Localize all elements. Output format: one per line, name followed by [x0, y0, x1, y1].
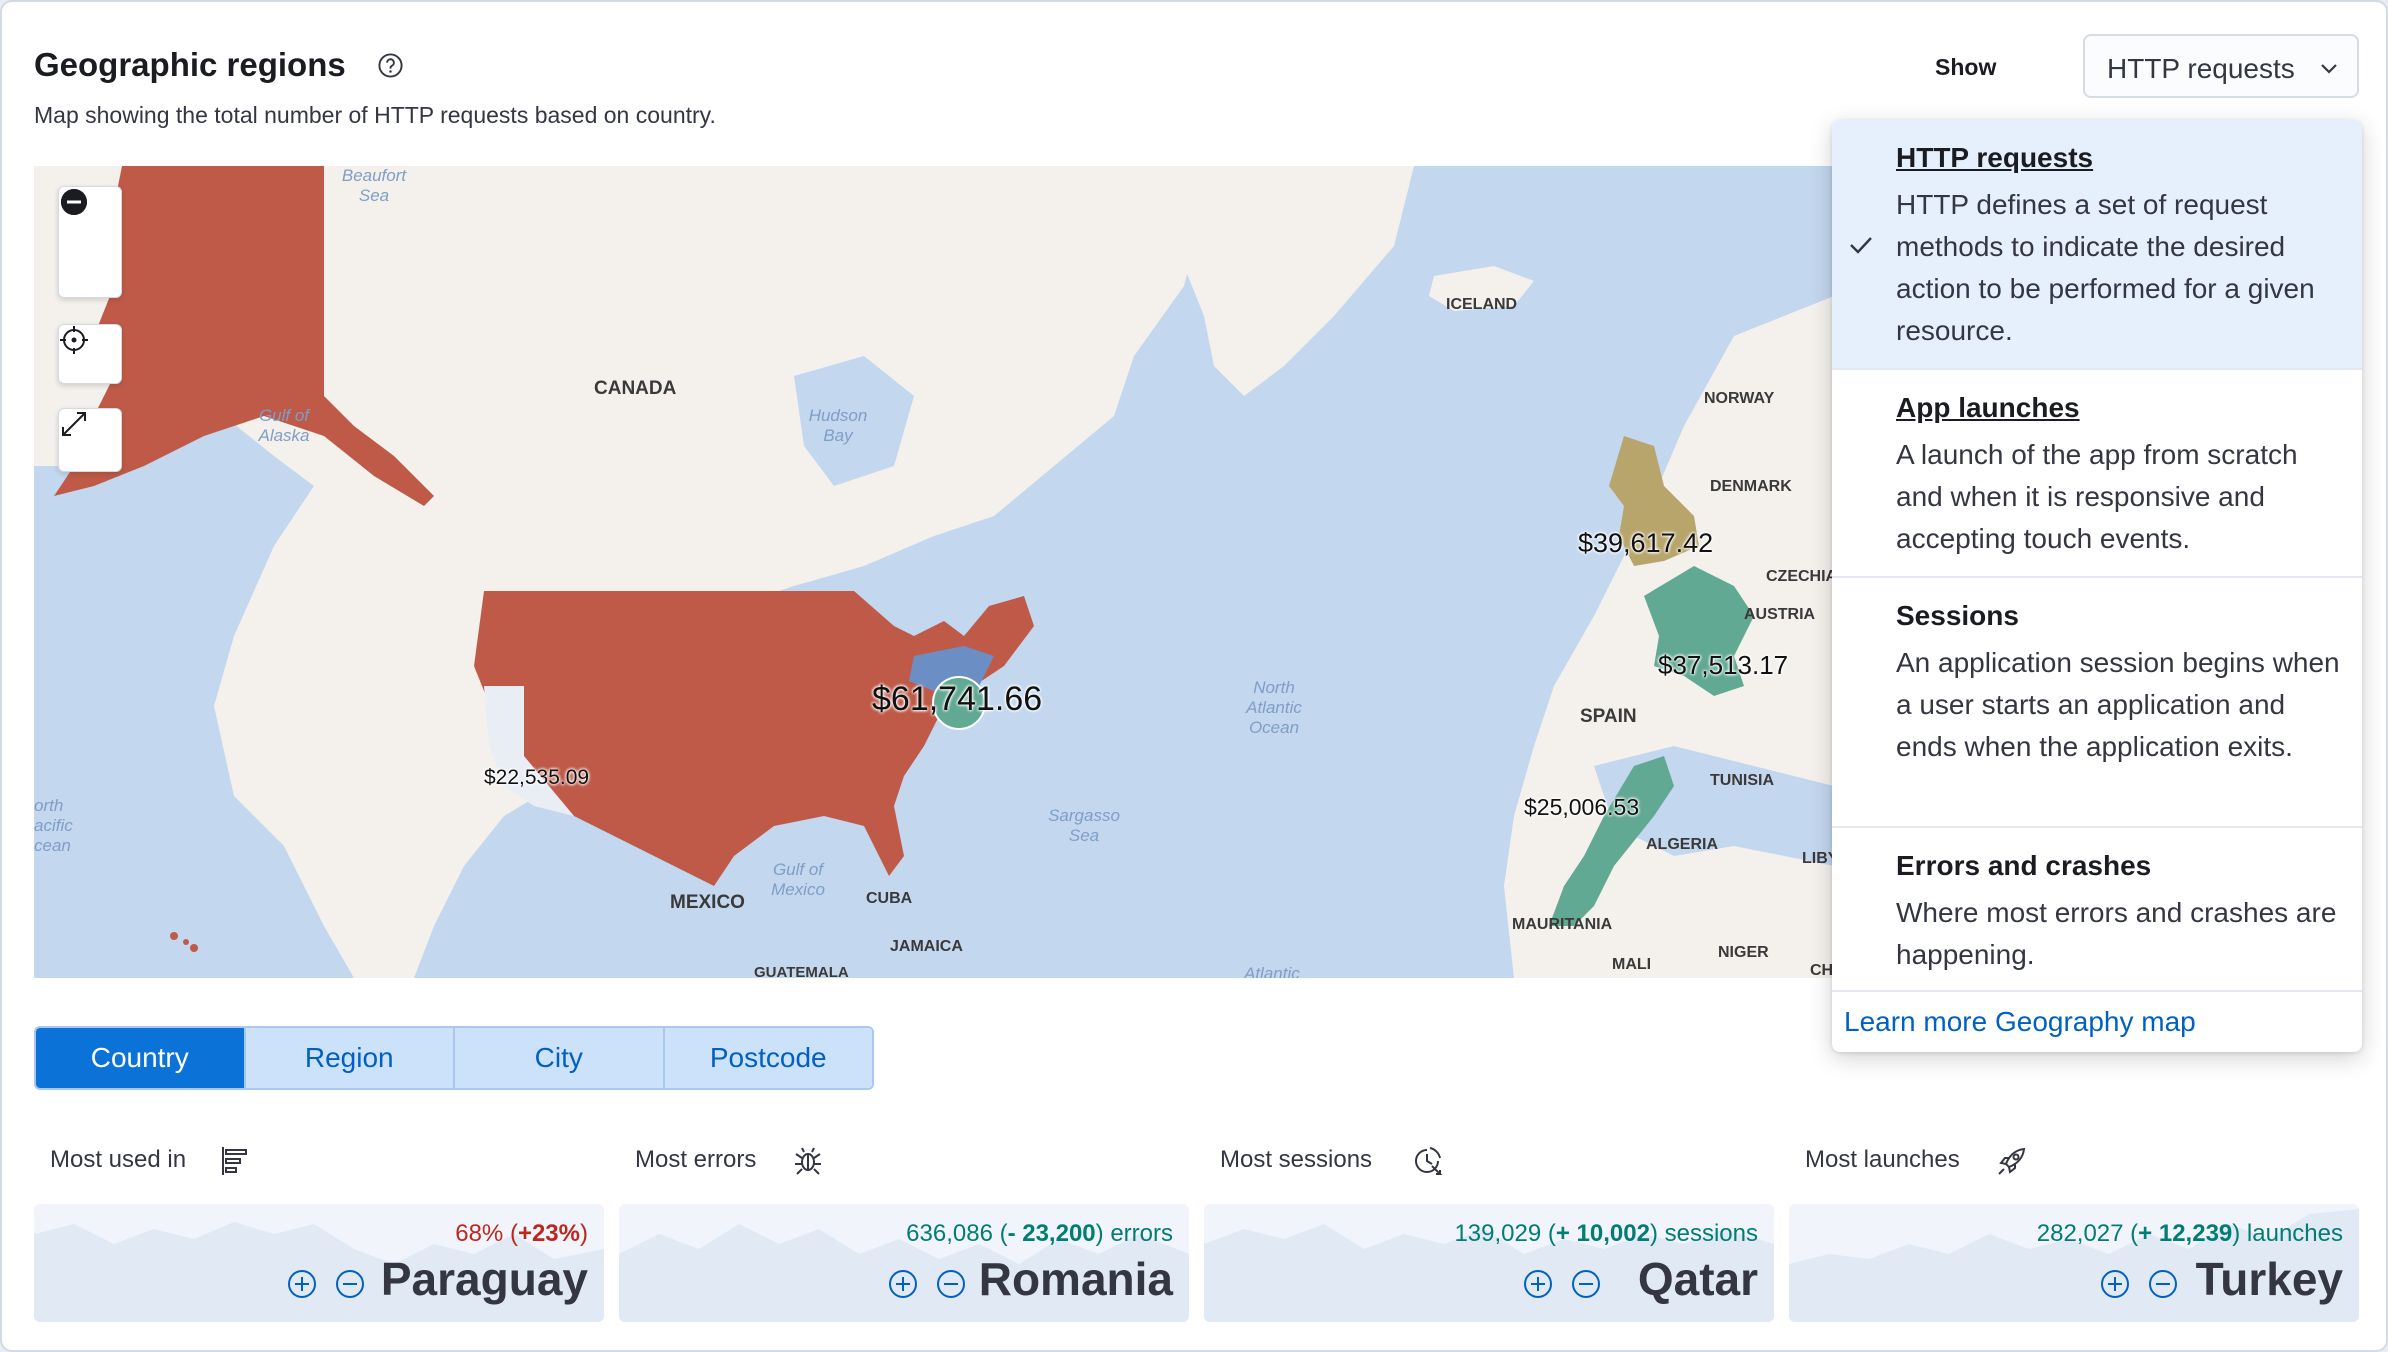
zoom-out-button[interactable]	[59, 189, 123, 299]
fullscreen-button[interactable]	[59, 409, 123, 471]
option-app-launches[interactable]: App launches A launch of the app from sc…	[1832, 370, 2362, 578]
map-label-iceland: ICELAND	[1446, 296, 1518, 313]
plus-circle-icon[interactable]	[2099, 1268, 2131, 1300]
tab-region[interactable]: Region	[245, 1028, 455, 1088]
plus-circle-icon[interactable]	[286, 1268, 318, 1300]
panel-subtitle: Map showing the total number of HTTP req…	[34, 102, 716, 128]
metric-dropdown-menu: HTTP requests HTTP defines a set of requ…	[1832, 120, 2362, 1052]
panel-title: Geographic regions	[34, 46, 346, 83]
map-label-hudson: Hudson Bay	[808, 406, 868, 445]
stat-change: 139,029 (+ 10,002) sessions	[1454, 1220, 1758, 1247]
geo-granularity-tabs: Country Region City Postcode	[34, 1026, 874, 1090]
map-label-gulf-alaska: Gulf of Alaska	[258, 406, 310, 445]
expand-icon	[62, 412, 86, 436]
map-label-mauritania: MAURITANIA	[1512, 916, 1613, 933]
option-description: Where most errors and crashes are happen…	[1896, 897, 2337, 970]
stat-label: Most used in	[50, 1146, 187, 1173]
option-description: A launch of the app from scratch and whe…	[1896, 439, 2298, 554]
stat-change: 68% (+23%)	[455, 1220, 588, 1247]
stat-most-errors: Most errors 636,086 (- 23,200) errors Ro…	[619, 1122, 1189, 1326]
bar-list-icon	[222, 1147, 247, 1175]
stat-country-name: Qatar	[1637, 1253, 1758, 1305]
minus-circle-icon[interactable]	[334, 1268, 366, 1300]
map-label-atlantic-bottom: Atlantic	[1244, 964, 1300, 978]
map-label-niger: NIGER	[1718, 944, 1769, 961]
map-label-canada: CANADA	[594, 378, 677, 399]
show-label: Show	[1935, 54, 1997, 80]
option-title: App launches	[1896, 392, 2080, 423]
map-label-spain: SPAIN	[1580, 706, 1637, 727]
stat-most-sessions: Most sessions 139,029 (+ 10,002) session…	[1204, 1122, 1774, 1326]
map-label-tunisia: TUNISIA	[1710, 772, 1774, 789]
map-value-france: $37,513.17	[1658, 650, 1789, 680]
map-label-czechia: CZECHIA	[1766, 568, 1834, 585]
map-label-algeria: ALGERIA	[1646, 836, 1718, 853]
option-title: Errors and crashes	[1896, 850, 2152, 881]
rocket-icon	[1998, 1147, 2026, 1175]
metric-select-value: HTTP requests	[2107, 53, 2295, 84]
map-label-guatemala: GUATEMALA	[754, 964, 849, 978]
plus-circle-icon[interactable]	[887, 1268, 919, 1300]
map-canvas	[34, 166, 1834, 978]
map-label-denmark: DENMARK	[1710, 478, 1792, 495]
stat-country-name: Romania	[978, 1253, 1173, 1305]
map-label-sargasso: Sargasso Sea	[1048, 806, 1120, 845]
option-title: HTTP requests	[1896, 142, 2094, 173]
option-description: An application session begins when a use…	[1896, 647, 2340, 762]
minus-circle-icon[interactable]	[2147, 1268, 2179, 1300]
bug-icon	[795, 1147, 821, 1175]
map-label-austria: AUSTRIA	[1744, 606, 1816, 623]
crosshair-icon	[60, 326, 88, 354]
minus-circle-icon[interactable]	[935, 1268, 967, 1300]
metric-select[interactable]: HTTP requests	[2083, 34, 2359, 98]
stat-label: Most errors	[635, 1146, 757, 1173]
map-label-chad: CH	[1810, 962, 1834, 978]
zoom-controls	[58, 186, 122, 298]
locate-button[interactable]	[59, 325, 123, 381]
tab-city[interactable]: City	[455, 1028, 665, 1088]
clock-session-icon	[1415, 1147, 1443, 1175]
map-value-morocco: $25,006.53	[1524, 794, 1640, 820]
option-description: HTTP defines a set of request methods to…	[1896, 189, 2315, 346]
stat-change: 282,027 (+ 12,239) launches	[2036, 1220, 2343, 1247]
option-http-requests[interactable]: HTTP requests HTTP defines a set of requ…	[1832, 120, 2362, 370]
help-icon[interactable]	[377, 52, 404, 79]
locate-control	[58, 324, 122, 384]
option-title: Sessions	[1896, 600, 2019, 631]
minus-circle-icon[interactable]	[1570, 1268, 1602, 1300]
stat-label: Most sessions	[1220, 1146, 1373, 1173]
chevron-down-icon	[2321, 64, 2337, 74]
map-label-gulf-mexico: Gulf of Mexico	[771, 860, 825, 899]
map-label-cuba: CUBA	[866, 890, 913, 907]
tab-postcode[interactable]: Postcode	[664, 1028, 872, 1088]
map-value-california: $22,535.09	[484, 766, 590, 789]
learn-more-link[interactable]: Learn more Geography map	[1844, 1006, 2196, 1038]
map-label-libya: LIBY	[1802, 850, 1834, 867]
stat-change: 636,086 (- 23,200) errors	[906, 1220, 1173, 1247]
map-label-mali: MALI	[1612, 956, 1652, 973]
option-sessions[interactable]: Sessions An application session begins w…	[1832, 578, 2362, 828]
map-label-norway: NORWAY	[1704, 390, 1775, 407]
stat-most-launches: Most launches 282,027 (+ 12,239) launche…	[1789, 1122, 2359, 1326]
map-label-north-atlantic: North Atlantic Ocean	[1246, 678, 1302, 737]
geo-map[interactable]: CANADA MEXICO CUBA JAMAICA GUATEMALA ICE…	[34, 166, 1834, 978]
option-errors-crashes[interactable]: Errors and crashes Where most errors and…	[1832, 828, 2362, 992]
fullscreen-control	[58, 408, 122, 472]
check-icon	[1850, 237, 1872, 254]
minus-circle-icon	[61, 189, 87, 215]
map-value-uk: $39,617.42	[1578, 528, 1714, 558]
map-label-jamaica: JAMAICA	[890, 938, 963, 955]
map-value-usa: $61,741.66	[872, 680, 1043, 718]
geographic-regions-panel: Geographic regions Map showing the total…	[0, 0, 2388, 1352]
stat-most-used: Most used in 68% (+23%) Paraguay	[34, 1122, 604, 1326]
stat-country-name: Turkey	[2195, 1253, 2343, 1305]
tab-country[interactable]: Country	[36, 1028, 246, 1088]
stat-country-name: Paraguay	[380, 1253, 588, 1305]
plus-circle-icon[interactable]	[1522, 1268, 1554, 1300]
stat-label: Most launches	[1805, 1146, 1960, 1173]
map-label-mexico: MEXICO	[670, 892, 745, 913]
map-label-north-pacific: orth acific cean	[34, 796, 73, 855]
map-label-beaufort: Beaufort Sea	[341, 166, 407, 205]
